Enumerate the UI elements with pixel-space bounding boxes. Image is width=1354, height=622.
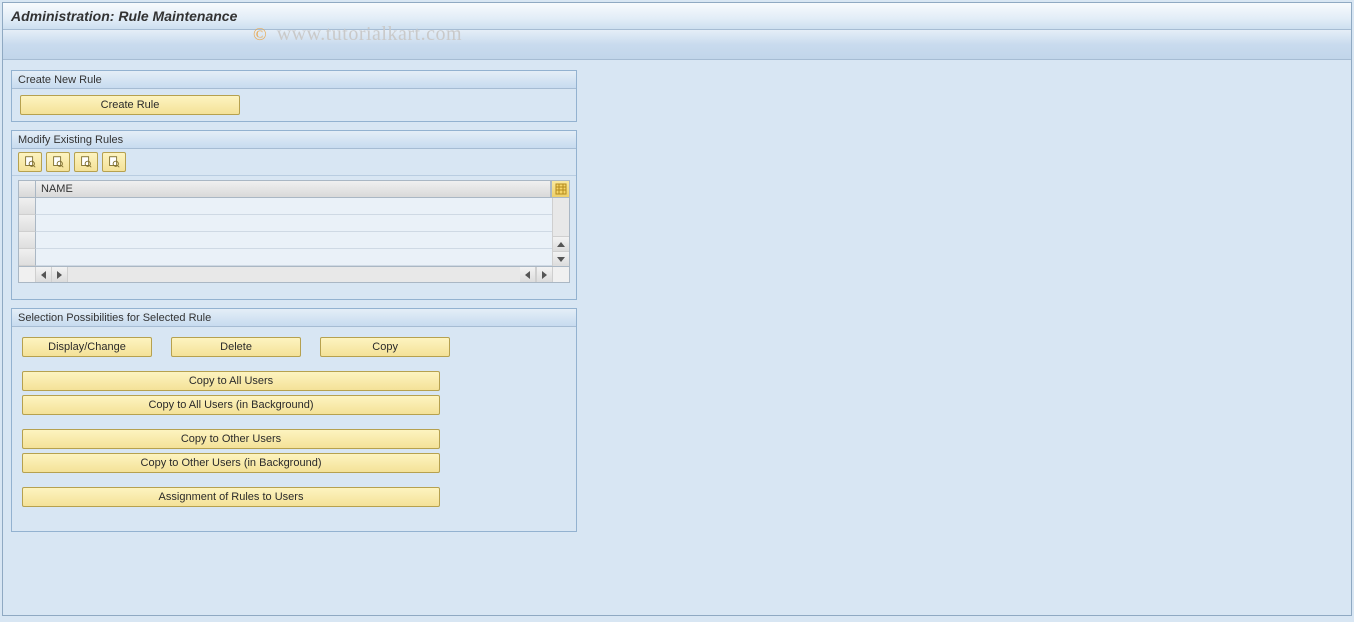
row-selector[interactable] — [19, 198, 36, 215]
horizontal-scrollbar[interactable] — [18, 267, 570, 283]
panel-create-new-rule: Create New Rule Create Rule — [11, 70, 577, 122]
document-magnify-icon — [79, 155, 93, 169]
panel-selection-possibilities: Selection Possibilities for Selected Rul… — [11, 308, 577, 532]
details-icon-button-1[interactable] — [18, 152, 42, 172]
rules-table: NAME — [18, 180, 570, 283]
copy-other-label: Copy to Other Users — [181, 433, 281, 445]
content-area: Create New Rule Create Rule Modify Exist… — [3, 60, 1351, 550]
vscroll-track[interactable] — [553, 198, 569, 236]
copy-to-other-users-bg-button[interactable]: Copy to Other Users (in Background) — [22, 453, 440, 473]
chevron-down-icon — [557, 257, 565, 262]
data-column — [36, 198, 552, 266]
row-selector[interactable] — [19, 249, 36, 266]
hscroll-track[interactable] — [68, 267, 520, 282]
panel-title-create: Create New Rule — [12, 71, 576, 89]
copy-to-all-users-bg-button[interactable]: Copy to All Users (in Background) — [22, 395, 440, 415]
table-header-row: NAME — [18, 180, 570, 198]
details-icon-button-3[interactable] — [74, 152, 98, 172]
vscroll-down[interactable] — [553, 251, 569, 266]
copy-to-other-users-button[interactable]: Copy to Other Users — [22, 429, 440, 449]
app-toolbar — [3, 30, 1351, 60]
table-cell[interactable] — [36, 215, 552, 232]
chevron-right-icon — [542, 271, 547, 279]
delete-label: Delete — [220, 341, 252, 353]
table-cell[interactable] — [36, 198, 552, 215]
hscroll-left[interactable] — [36, 267, 52, 282]
hscroll-right-2[interactable] — [536, 267, 552, 282]
panel-title-selection: Selection Possibilities for Selected Rul… — [12, 309, 576, 327]
vertical-scrollbar[interactable] — [552, 198, 569, 266]
page-title: Administration: Rule Maintenance — [11, 8, 237, 24]
chevron-left-icon — [41, 271, 46, 279]
row-selectors-column — [19, 198, 36, 266]
panel-modify-existing-rules: Modify Existing Rules NAME — [11, 130, 577, 300]
hscroll-spacer — [19, 267, 36, 282]
delete-button[interactable]: Delete — [171, 337, 301, 357]
page-title-bar: Administration: Rule Maintenance — [3, 3, 1351, 30]
assign-label: Assignment of Rules to Users — [159, 491, 304, 503]
display-change-label: Display/Change — [48, 341, 126, 353]
details-icon-button-4[interactable] — [102, 152, 126, 172]
table-settings-icon — [555, 183, 567, 195]
copy-all-bg-label: Copy to All Users (in Background) — [148, 399, 313, 411]
panel-title-modify: Modify Existing Rules — [12, 131, 576, 149]
hscroll-right[interactable] — [52, 267, 68, 282]
table-cell[interactable] — [36, 232, 552, 249]
assignment-rules-users-button[interactable]: Assignment of Rules to Users — [22, 487, 440, 507]
copy-button[interactable]: Copy — [320, 337, 450, 357]
table-config-button[interactable] — [551, 181, 569, 197]
hscroll-left-2[interactable] — [520, 267, 536, 282]
chevron-up-icon — [557, 242, 565, 247]
modify-icon-toolbar — [12, 149, 576, 176]
document-magnify-icon — [107, 155, 121, 169]
document-magnify-icon — [51, 155, 65, 169]
row-selector[interactable] — [19, 232, 36, 249]
copy-all-label: Copy to All Users — [189, 375, 273, 387]
copy-label: Copy — [372, 341, 398, 353]
table-body — [18, 198, 570, 267]
app-window: Administration: Rule Maintenance © www.t… — [2, 2, 1352, 616]
display-change-button[interactable]: Display/Change — [22, 337, 152, 357]
chevron-right-icon — [57, 271, 62, 279]
table-cell[interactable] — [36, 249, 552, 266]
document-magnify-icon — [23, 155, 37, 169]
action-row-1: Display/Change Delete Copy — [22, 337, 566, 357]
copy-to-all-users-button[interactable]: Copy to All Users — [22, 371, 440, 391]
row-selector[interactable] — [19, 215, 36, 232]
column-header-name[interactable]: NAME — [36, 181, 551, 197]
chevron-left-icon — [525, 271, 530, 279]
hscroll-spacer — [552, 267, 569, 282]
details-icon-button-2[interactable] — [46, 152, 70, 172]
copy-other-bg-label: Copy to Other Users (in Background) — [141, 457, 322, 469]
row-selector-header[interactable] — [19, 181, 36, 197]
vscroll-up[interactable] — [553, 236, 569, 251]
create-rule-button[interactable]: Create Rule — [20, 95, 240, 115]
create-rule-label: Create Rule — [101, 99, 160, 111]
